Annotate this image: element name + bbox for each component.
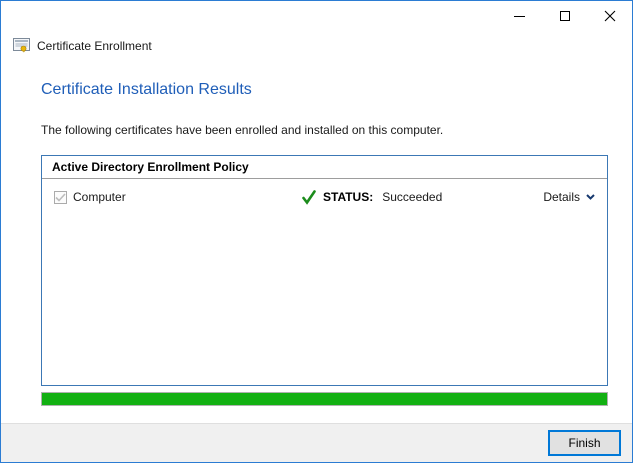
certificate-name-cell: Computer bbox=[54, 190, 302, 204]
certificate-icon bbox=[13, 38, 30, 53]
panel-header: Active Directory Enrollment Policy bbox=[42, 156, 607, 179]
progressbar-fill bbox=[42, 393, 607, 405]
chevron-down-icon bbox=[586, 194, 595, 200]
app-header: Certificate Enrollment bbox=[13, 38, 152, 53]
maximize-button[interactable] bbox=[542, 1, 587, 31]
page-description: The following certificates have been enr… bbox=[41, 123, 444, 137]
maximize-icon bbox=[559, 11, 570, 21]
finish-button[interactable]: Finish bbox=[548, 430, 621, 456]
status-cell: STATUS: Succeeded bbox=[302, 189, 443, 205]
status-success-icon bbox=[302, 189, 316, 205]
certificate-name-label: Computer bbox=[73, 190, 126, 204]
app-title: Certificate Enrollment bbox=[37, 38, 152, 53]
titlebar bbox=[1, 1, 632, 31]
certificate-enrollment-window: Certificate Enrollment Certificate Insta… bbox=[0, 0, 633, 463]
close-icon bbox=[604, 10, 615, 22]
minimize-button[interactable] bbox=[497, 1, 542, 31]
footer: Finish bbox=[1, 423, 632, 462]
details-toggle[interactable]: Details bbox=[543, 190, 595, 204]
computer-checkbox[interactable] bbox=[54, 190, 67, 204]
enrollment-progressbar bbox=[41, 392, 608, 406]
status-label: STATUS: bbox=[323, 190, 374, 204]
checkbox-check-icon bbox=[55, 192, 66, 202]
page-title: Certificate Installation Results bbox=[41, 81, 252, 98]
enrollment-policy-panel: Active Directory Enrollment Policy Compu… bbox=[41, 155, 608, 386]
minimize-icon bbox=[514, 15, 525, 17]
table-row: Computer STATUS: Succeeded Details bbox=[42, 179, 607, 215]
details-label: Details bbox=[543, 190, 580, 204]
status-value: Succeeded bbox=[382, 190, 443, 204]
close-button[interactable] bbox=[587, 1, 632, 31]
